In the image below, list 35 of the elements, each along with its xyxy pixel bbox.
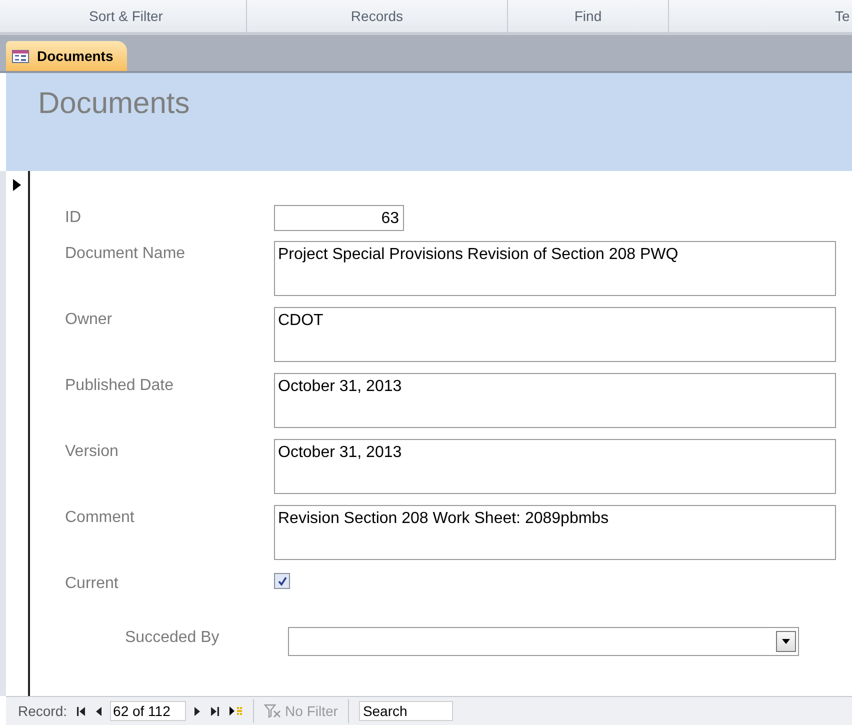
- previous-record-icon[interactable]: [96, 706, 102, 716]
- last-record-icon[interactable]: [210, 706, 220, 716]
- caret-icon: [782, 639, 790, 644]
- record-position-field[interactable]: 62 of 112: [110, 701, 186, 721]
- text-field[interactable]: Project Special Provisions Revision of Section 208 PWQ: [274, 241, 836, 296]
- field-label: ID: [65, 208, 82, 227]
- document-tab[interactable]: Documents: [6, 41, 128, 71]
- form-icon: [12, 50, 29, 62]
- id-field[interactable]: 63: [274, 205, 404, 231]
- field-label: Succeded By: [125, 628, 220, 647]
- ribbon-group-label: Records: [350, 8, 404, 24]
- text-field[interactable]: Revision Section 208 Work Sheet: 2089pbmbs: [274, 505, 836, 560]
- dropdown-button[interactable]: [776, 631, 796, 652]
- filter-icon: [264, 704, 282, 718]
- first-record-icon[interactable]: [77, 706, 86, 716]
- form-title: Documents: [37, 86, 191, 121]
- field-label: Version: [65, 442, 120, 461]
- next-record-icon[interactable]: [194, 706, 200, 716]
- checkmark-icon: [276, 576, 288, 586]
- field-label: Current: [65, 574, 120, 593]
- ribbon-group-label: Find: [574, 8, 602, 24]
- text-field[interactable]: CDOT: [274, 307, 836, 362]
- field-label: Owner: [65, 310, 114, 329]
- field-label: Document Name: [65, 244, 186, 263]
- text-field[interactable]: October 31, 2013: [274, 373, 836, 428]
- text-field[interactable]: October 31, 2013: [274, 439, 836, 494]
- new-record-icon[interactable]: [229, 706, 244, 716]
- field-label: Comment: [65, 508, 136, 527]
- search-field[interactable]: Search: [358, 701, 453, 721]
- ribbon-group-label: Sort & Filter: [89, 8, 163, 24]
- checkbox[interactable]: [274, 573, 290, 589]
- record-label: Record:: [18, 703, 68, 719]
- field-label: Published Date: [65, 376, 175, 395]
- current-record-icon: [13, 179, 21, 191]
- ribbon-group-label: Te: [835, 8, 850, 24]
